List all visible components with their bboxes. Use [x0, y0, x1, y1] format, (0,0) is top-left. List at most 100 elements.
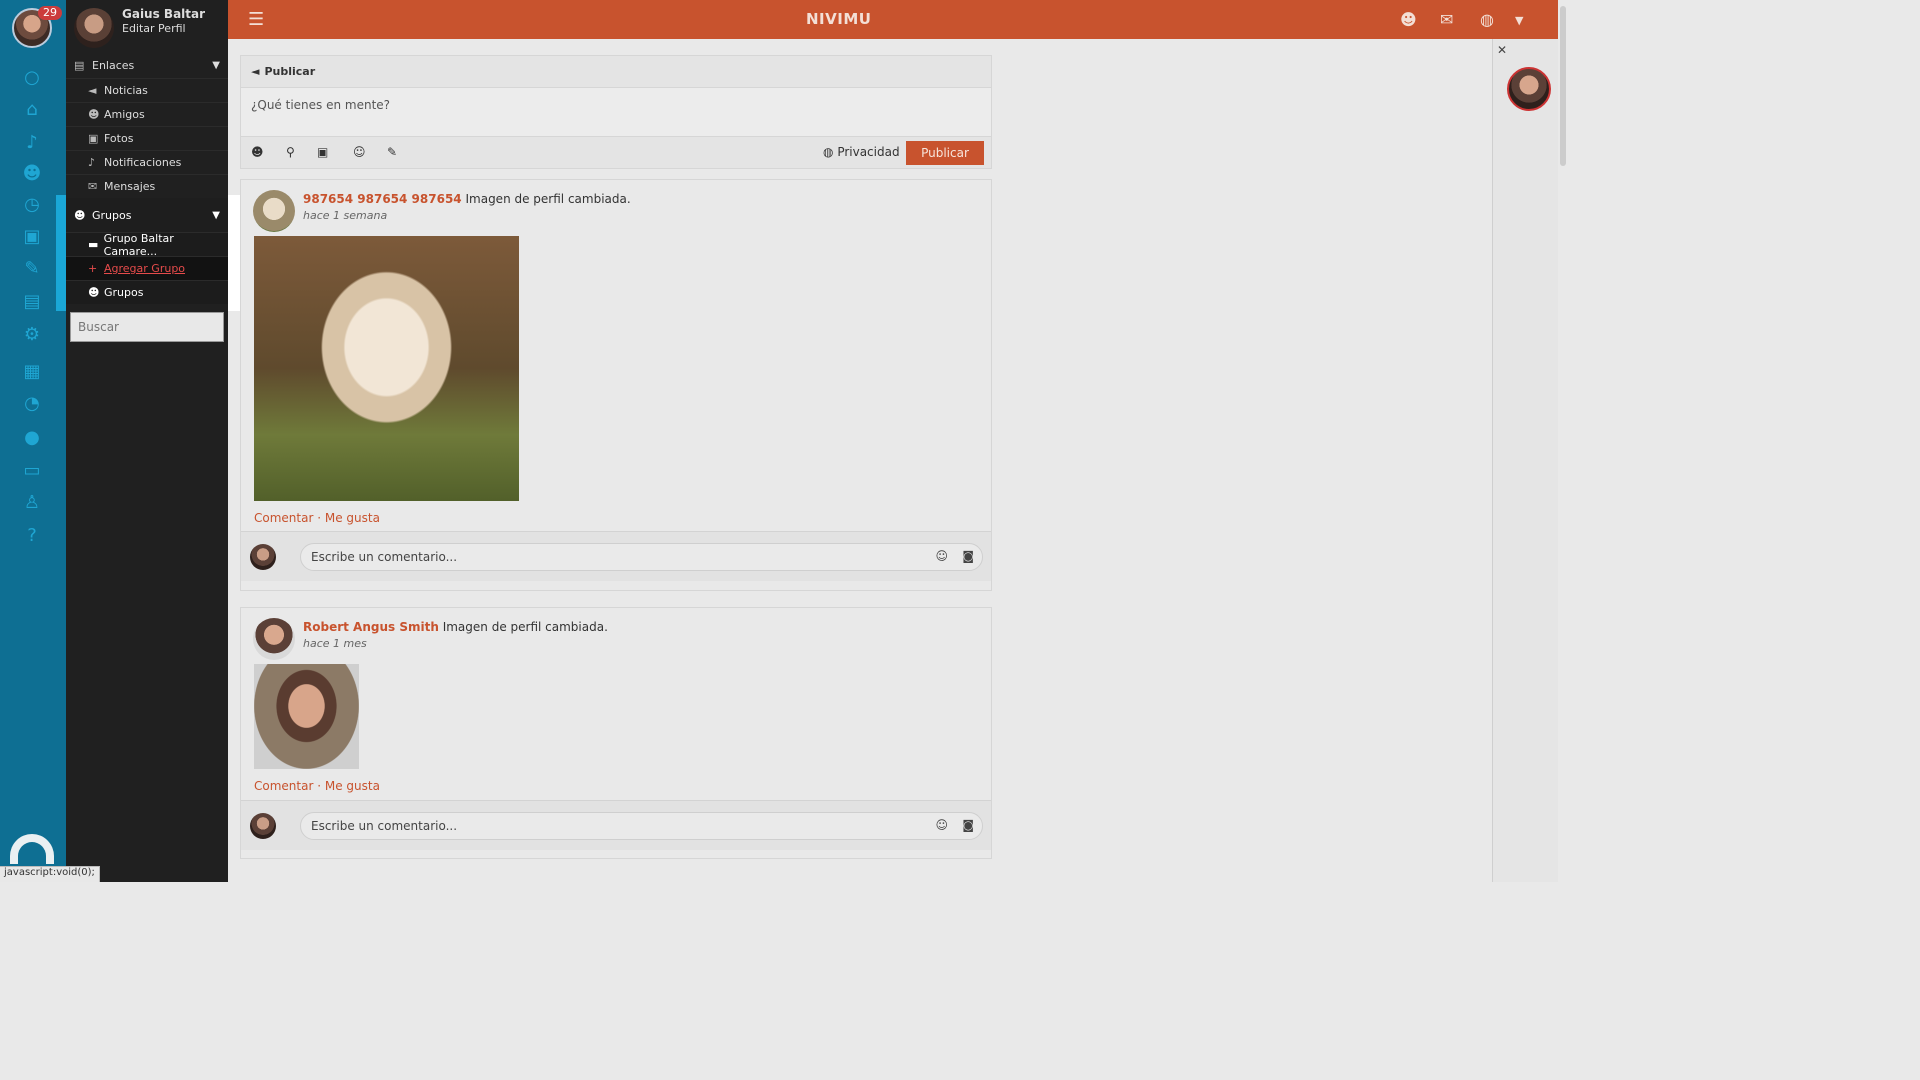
post-actions: Comentar · Me gusta: [254, 511, 380, 525]
globe-icon[interactable]: ◍: [1480, 10, 1494, 29]
sidebar-item-group[interactable]: ▬ Grupo Baltar Camare...: [66, 231, 228, 258]
user-avatar[interactable]: 29: [12, 6, 62, 48]
sidebar-item-add-group[interactable]: + Agregar Grupo: [66, 256, 228, 280]
users-icon: ☻: [74, 208, 86, 222]
help-icon[interactable]: ?: [20, 524, 44, 548]
search-input[interactable]: Buscar: [70, 312, 224, 342]
links-section-header[interactable]: ▤ Enlaces ▼: [66, 52, 228, 78]
folder-icon[interactable]: ▭: [20, 459, 44, 483]
sidebar-item-label: Grupo Baltar Camare...: [103, 231, 174, 258]
comment-input[interactable]: Escribe un comentario... ☺ ◙: [300, 812, 983, 840]
bell-slash-icon[interactable]: ✕: [1497, 43, 1507, 57]
compose-header: ◄ Publicar: [241, 56, 991, 88]
scrollbar[interactable]: [1558, 0, 1568, 882]
post-image[interactable]: [254, 664, 359, 769]
users-icon[interactable]: ☻: [20, 162, 44, 186]
comment-bar: Escribe un comentario... ☺ ◙: [241, 531, 991, 581]
post-text: Imagen de perfil cambiada.: [442, 620, 608, 634]
friends-icon[interactable]: ☻: [1400, 10, 1417, 29]
post-author-link[interactable]: 987654 987654 987654: [303, 192, 462, 206]
sidebar: Gaius Baltar Editar Perfil ▤ Enlaces ▼ ◄…: [66, 0, 228, 882]
brush-icon[interactable]: ✎: [387, 145, 397, 159]
post-timestamp[interactable]: hace 1 mes: [303, 637, 367, 650]
megaphone-icon: ◄: [88, 84, 97, 97]
commenter-avatar: [250, 813, 276, 839]
globe-icon: ◍: [823, 145, 834, 159]
icon-rail: 29 ○ ⌂ ♪ ☻ ◷ ▣ ✎ ▤ ⚙ ▦ ◔ ● ▭ ♙ ?: [0, 0, 66, 882]
main-feed: ◄ Publicar ¿Qué tienes en mente? ☻ ⚲ ▣ ☺…: [240, 55, 992, 859]
edit-profile-link[interactable]: Editar Perfil: [122, 22, 186, 35]
newspaper-icon: ▤: [74, 58, 85, 72]
sidebar-item-label: Amigos: [104, 108, 145, 121]
compose-textarea[interactable]: ¿Qué tienes en mente?: [241, 88, 991, 136]
compose-header-label: Publicar: [264, 65, 316, 78]
groups-section: ☻ Grupos ▼ ▬ Grupo Baltar Camare... + Ag…: [66, 198, 228, 304]
post-headline: 987654 987654 987654 Imagen de perfil ca…: [303, 192, 631, 206]
location-pin-icon[interactable]: ⚲: [286, 145, 295, 159]
tag-friends-icon[interactable]: ☻: [251, 145, 264, 159]
post-headline: Robert Angus Smith Imagen de perfil camb…: [303, 620, 608, 634]
sidebar-item-fotos[interactable]: ▣ Fotos: [66, 126, 228, 150]
sidebar-item-noticias[interactable]: ◄ Noticias: [66, 78, 228, 102]
chevron-down-icon: ▼: [212, 59, 220, 71]
comment-bar: Escribe un comentario... ☺ ◙: [241, 800, 991, 850]
users-icon: ☻: [88, 108, 100, 121]
megaphone-icon: ◄: [251, 65, 260, 78]
profile-name: Gaius Baltar: [122, 7, 206, 21]
commenter-avatar: [250, 544, 276, 570]
comment-link[interactable]: Comentar: [254, 511, 313, 525]
profile-block[interactable]: Gaius Baltar Editar Perfil: [66, 0, 228, 52]
sidebar-item-notificaciones[interactable]: ♪ Notificaciones: [66, 150, 228, 174]
emoji-icon[interactable]: ☺: [935, 549, 948, 563]
status-circle-icon[interactable]: ○: [20, 66, 44, 90]
sidebar-item-label: Notificaciones: [104, 156, 182, 169]
clock-icon[interactable]: ◷: [20, 193, 44, 217]
bell-icon[interactable]: ♪: [20, 131, 44, 155]
clipboard-icon[interactable]: ▦: [20, 360, 44, 384]
briefcase-icon[interactable]: ▣: [20, 225, 44, 249]
contact-avatar[interactable]: [1507, 67, 1551, 111]
post-author-link[interactable]: Robert Angus Smith: [303, 620, 439, 634]
image-icon: ▣: [88, 132, 99, 145]
add-group-link[interactable]: Agregar Grupo: [104, 262, 185, 275]
links-section-label: Enlaces: [92, 58, 135, 72]
compose-card: ◄ Publicar ¿Qué tienes en mente? ☻ ⚲ ▣ ☺…: [240, 55, 992, 169]
like-link[interactable]: Me gusta: [325, 779, 380, 793]
privacy-button[interactable]: ◍ Privacidad: [823, 145, 900, 159]
image-icon[interactable]: ▣: [317, 145, 328, 159]
home-icon[interactable]: ⌂: [20, 98, 44, 122]
separator: ·: [317, 511, 322, 525]
post-author-avatar[interactable]: [253, 190, 295, 232]
emoji-icon[interactable]: ☺: [353, 145, 366, 159]
gear-icon[interactable]: ⚙: [20, 323, 44, 347]
camera-icon[interactable]: ◙: [962, 549, 974, 563]
camera-icon[interactable]: ◙: [962, 818, 974, 832]
post-timestamp[interactable]: hace 1 semana: [303, 209, 387, 222]
sidebar-item-groups[interactable]: ☻ Grupos: [66, 280, 228, 304]
envelope-icon[interactable]: ✉: [1440, 10, 1453, 29]
groups-section-header[interactable]: ☻ Grupos ▼: [66, 198, 228, 232]
sidebar-item-label: Mensajes: [104, 180, 156, 193]
folder-icon: ▬: [88, 238, 99, 251]
id-card-icon[interactable]: ▤: [20, 290, 44, 314]
emoji-icon[interactable]: ☺: [935, 818, 948, 832]
gavel-icon[interactable]: ✎: [20, 257, 44, 281]
like-link[interactable]: Me gusta: [325, 511, 380, 525]
comment-link[interactable]: Comentar: [254, 779, 313, 793]
post-image[interactable]: [254, 236, 519, 501]
top-bar: ☰ NIVIMU ☻ ✉ ◍ ▼: [228, 0, 1558, 39]
chat-icon[interactable]: ●: [20, 426, 44, 450]
user-admin-icon[interactable]: ♙: [20, 491, 44, 515]
scrollbar-thumb[interactable]: [1560, 6, 1566, 166]
comment-placeholder: Escribe un comentario...: [311, 550, 458, 564]
caret-down-icon[interactable]: ▼: [1515, 14, 1523, 27]
comment-input[interactable]: Escribe un comentario... ☺ ◙: [300, 543, 983, 571]
pie-chart-icon[interactable]: ◔: [20, 392, 44, 416]
menu-list-icon[interactable]: ☰: [248, 9, 264, 30]
post-author-avatar[interactable]: [253, 618, 295, 660]
sidebar-item-label: Fotos: [104, 132, 134, 145]
sidebar-item-amigos[interactable]: ☻ Amigos: [66, 102, 228, 126]
publish-button[interactable]: Publicar: [906, 141, 984, 165]
feed-post: 987654 987654 987654 Imagen de perfil ca…: [240, 179, 992, 591]
sidebar-item-mensajes[interactable]: ✉ Mensajes: [66, 174, 228, 198]
